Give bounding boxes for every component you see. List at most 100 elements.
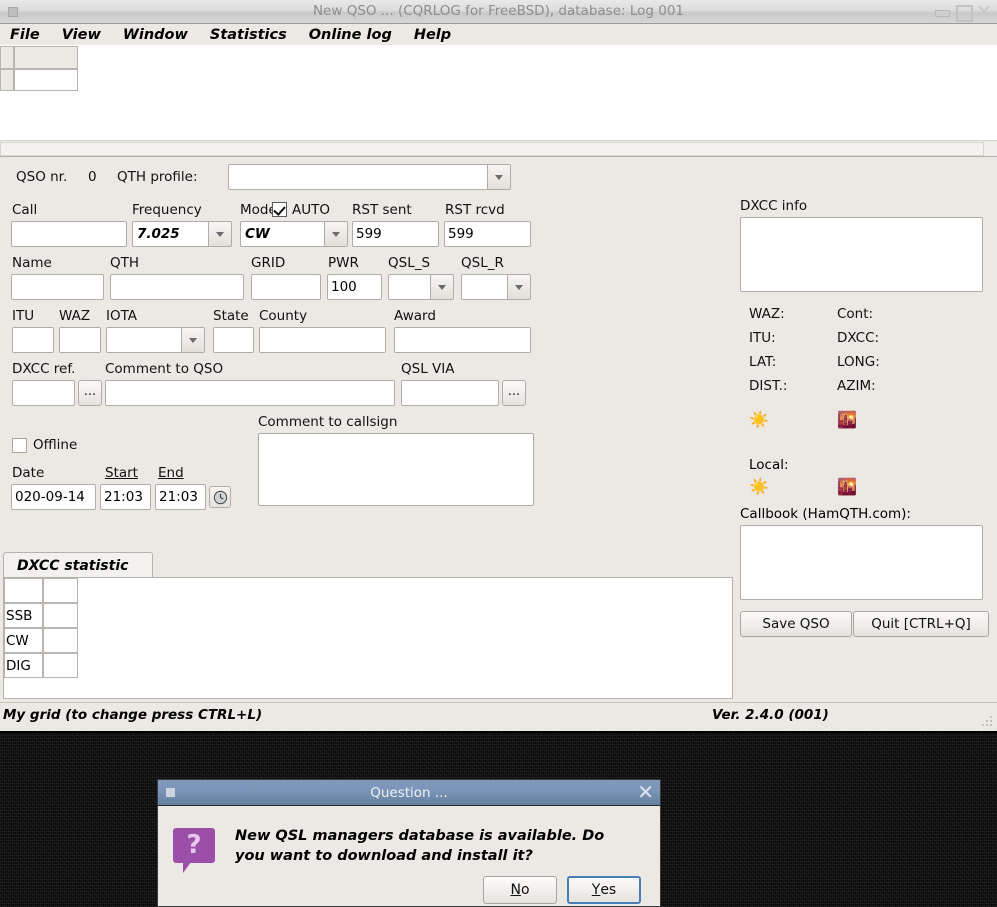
table-row[interactable] <box>0 69 78 91</box>
frequency-combo[interactable]: 7.025 <box>132 221 232 247</box>
offline-checkbox[interactable] <box>12 438 27 453</box>
auto-checkbox[interactable] <box>272 202 287 217</box>
menu-item-view[interactable]: View <box>62 27 101 43</box>
qso-nr-label: QSO nr. <box>16 169 68 185</box>
list-corner-cell <box>0 46 14 69</box>
action-buttons: Save QSO Quit [CTRL+Q] <box>740 611 992 637</box>
dialog-message: New QSL managers database is available. … <box>235 828 605 864</box>
state-input[interactable] <box>213 327 254 353</box>
qsl-s-value[interactable] <box>388 274 430 300</box>
minimize-icon[interactable] <box>933 3 951 21</box>
no-button[interactable]: No <box>483 876 557 904</box>
resize-grip[interactable] <box>981 716 993 728</box>
table-row[interactable]: SSB <box>4 603 78 628</box>
qsl-s-combo[interactable] <box>388 274 454 300</box>
iota-combo[interactable] <box>106 327 205 353</box>
iota-value[interactable] <box>106 327 181 353</box>
chevron-down-icon[interactable] <box>181 327 205 353</box>
qso-list-area[interactable] <box>0 45 997 157</box>
azim-key: AZIM: <box>837 378 876 394</box>
scrollbar-thumb[interactable] <box>0 142 984 156</box>
waz-input[interactable] <box>59 327 101 353</box>
no-button-mnemonic: N <box>510 882 521 898</box>
clock-icon[interactable] <box>209 486 231 508</box>
dialog-body: ? New QSL managers database is available… <box>158 806 660 907</box>
end-time-input[interactable]: 21:03 <box>155 484 206 510</box>
name-label: Name <box>12 255 52 271</box>
mode-input[interactable]: CW <box>240 221 324 247</box>
window-title: New QSO ... (CQRLOG for FreeBSD), databa… <box>312 3 685 19</box>
dxcc-info-fields: WAZ: Cont: ITU: DXCC: LAT: LONG: DIST.: … <box>749 302 992 398</box>
menu-item-file[interactable]: File <box>10 27 40 43</box>
award-input[interactable] <box>394 327 531 353</box>
stat-mode-ssb: SSB <box>4 603 43 628</box>
table-row[interactable]: CW <box>4 628 78 653</box>
county-input[interactable] <box>259 327 386 353</box>
list-row-handle <box>0 69 14 91</box>
window-menu-icon[interactable] <box>8 6 18 17</box>
chevron-down-icon[interactable] <box>507 274 531 300</box>
maximize-icon[interactable] <box>954 3 973 22</box>
rst-rcvd-input[interactable]: 599 <box>444 221 531 247</box>
menu-item-online-log[interactable]: Online log <box>309 27 392 43</box>
yes-button[interactable]: Yes <box>567 876 641 904</box>
sunrise-icon: ☀️ <box>749 410 769 429</box>
dxcc-statistic-table: SSB CW DIG <box>4 578 78 678</box>
qth-profile-combo[interactable] <box>228 164 511 190</box>
itu-input[interactable] <box>12 327 54 353</box>
menu-item-statistics[interactable]: Statistics <box>210 27 287 43</box>
cont-key: Cont: <box>837 306 874 322</box>
close-icon[interactable]: ✕ <box>637 780 654 805</box>
comment-callsign-textarea[interactable] <box>258 433 534 506</box>
table-row[interactable]: DIG <box>4 653 78 678</box>
dxcc-ref-browse-button[interactable]: ... <box>78 380 102 406</box>
chevron-down-icon[interactable] <box>487 164 511 190</box>
start-time-input[interactable]: 21:03 <box>100 484 151 510</box>
qsl-r-combo[interactable] <box>461 274 531 300</box>
qth-profile-value[interactable] <box>228 164 487 190</box>
qsl-via-input[interactable] <box>401 380 499 406</box>
statusbar-grid-text: My grid (to change press CTRL+L) <box>3 707 263 723</box>
window-titlebar[interactable]: New QSO ... (CQRLOG for FreeBSD), databa… <box>0 0 997 24</box>
dxcc-info-textbox[interactable] <box>740 217 983 292</box>
main-window: New QSO ... (CQRLOG for FreeBSD), databa… <box>0 0 997 733</box>
frequency-label: Frequency <box>132 202 202 218</box>
mode-combo[interactable]: CW <box>240 221 348 247</box>
chevron-down-icon[interactable] <box>430 274 454 300</box>
stat-mode-header <box>4 578 43 603</box>
quit-button[interactable]: Quit [CTRL+Q] <box>853 611 989 637</box>
qsl-via-browse-button[interactable]: ... <box>502 380 526 406</box>
grid-input[interactable] <box>251 274 321 300</box>
qsl-r-value[interactable] <box>461 274 507 300</box>
rst-sent-input[interactable]: 599 <box>352 221 439 247</box>
chevron-down-icon[interactable] <box>208 221 232 247</box>
end-label: End <box>158 465 184 481</box>
auto-label: AUTO <box>292 202 330 218</box>
menu-item-window[interactable]: Window <box>123 27 188 43</box>
dxcc-info-row-waz: WAZ: Cont: <box>749 302 992 326</box>
call-input[interactable] <box>11 221 127 247</box>
waz-key: WAZ: <box>749 306 785 322</box>
horizontal-scrollbar[interactable] <box>0 140 997 156</box>
pwr-input[interactable]: 100 <box>327 274 382 300</box>
dialog-titlebar[interactable]: Question ... ✕ <box>158 780 660 806</box>
date-input[interactable]: 020-09-14 <box>11 484 96 510</box>
close-icon[interactable]: ✕ <box>975 1 993 22</box>
callbook-textbox[interactable] <box>740 525 983 600</box>
table-header-row <box>4 578 78 603</box>
qsl-r-label: QSL_R <box>461 255 504 271</box>
dxcc-ref-input[interactable] <box>12 380 75 406</box>
waz-label: WAZ <box>59 308 91 324</box>
dxcc-statistic-body: SSB CW DIG <box>3 577 733 699</box>
menu-item-help[interactable]: Help <box>414 27 451 43</box>
name-input[interactable] <box>11 274 104 300</box>
qth-input[interactable] <box>110 274 244 300</box>
frequency-input[interactable]: 7.025 <box>132 221 208 247</box>
save-qso-button[interactable]: Save QSO <box>740 611 852 637</box>
offline-label: Offline <box>33 437 78 453</box>
tab-dxcc-statistic[interactable]: DXCC statistic <box>3 552 153 578</box>
chevron-down-icon[interactable] <box>324 221 348 247</box>
comment-qso-input[interactable] <box>105 380 395 406</box>
comment-qso-label: Comment to QSO <box>105 361 224 377</box>
grid-label: GRID <box>251 255 286 271</box>
